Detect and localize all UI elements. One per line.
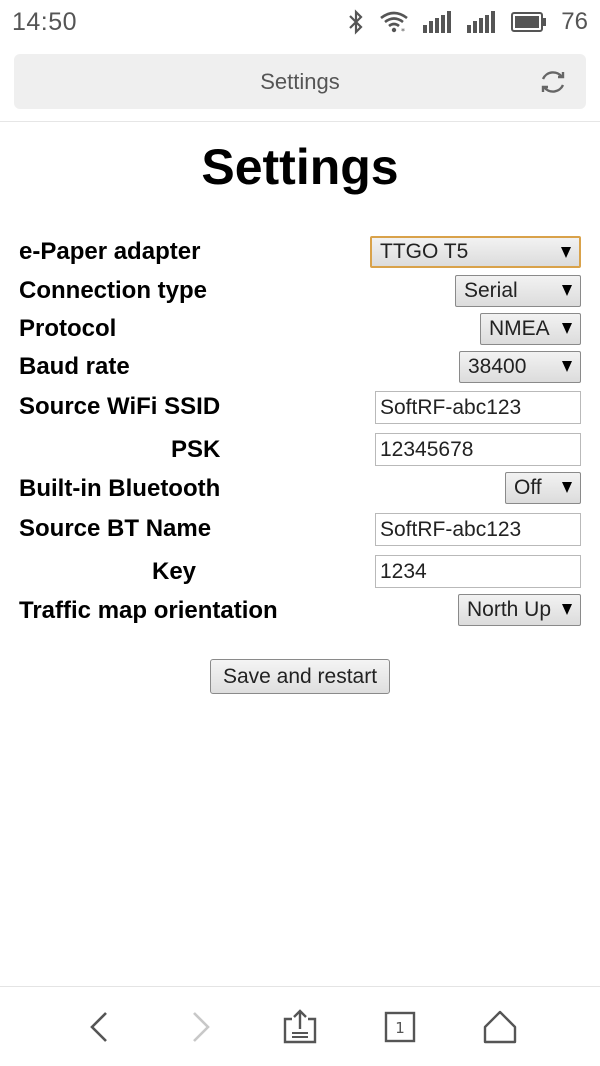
epaper-adapter-select[interactable]: TTGO T5: [370, 236, 581, 268]
baud-rate-value: 38400: [468, 355, 527, 378]
status-icons: * 76: [347, 8, 588, 36]
tab-count: 1: [395, 1019, 405, 1037]
setting-connection-type: Connection type Serial: [0, 275, 600, 311]
orientation-label: Traffic map orientation: [19, 597, 278, 624]
epaper-adapter-label: e-Paper adapter: [19, 238, 201, 265]
dropdown-arrow-icon: [562, 285, 572, 296]
setting-key: Key 1234: [0, 555, 600, 591]
dropdown-arrow-icon: [562, 482, 572, 493]
setting-wifi-ssid: Source WiFi SSID SoftRF-abc123: [0, 391, 600, 427]
key-label: Key: [152, 558, 197, 585]
bluetooth-select[interactable]: Off: [505, 472, 581, 504]
home-icon[interactable]: [480, 1007, 520, 1047]
dropdown-arrow-icon: [562, 361, 572, 372]
setting-epaper-adapter: e-Paper adapter TTGO T5: [0, 236, 600, 272]
connection-type-select[interactable]: Serial: [455, 275, 581, 307]
browser-nav-bar: 1: [0, 987, 600, 1066]
reload-icon[interactable]: [538, 67, 568, 97]
psk-label: PSK: [171, 436, 221, 463]
wifi-ssid-field[interactable]: SoftRF-abc123: [375, 391, 581, 424]
browser-title: Settings: [260, 68, 340, 94]
key-field[interactable]: 1234: [375, 555, 581, 588]
back-icon[interactable]: [80, 1007, 120, 1047]
battery-icon: [511, 12, 547, 32]
dropdown-arrow-icon: [562, 604, 572, 615]
browser-address-bar[interactable]: Settings: [14, 54, 586, 109]
signal-icon: [423, 11, 453, 33]
svg-text:*: *: [401, 27, 405, 34]
epaper-adapter-value: TTGO T5: [380, 240, 469, 263]
tabs-icon[interactable]: 1: [380, 1007, 420, 1047]
psk-field[interactable]: 12345678: [375, 433, 581, 466]
signal-icon: [467, 11, 497, 33]
setting-psk: PSK 12345678: [0, 433, 600, 469]
setting-orientation: Traffic map orientation North Up: [0, 594, 600, 630]
bt-name-label: Source BT Name: [19, 515, 212, 542]
forward-icon[interactable]: [180, 1007, 220, 1047]
orientation-value: North Up: [467, 598, 552, 621]
orientation-select[interactable]: North Up: [458, 594, 581, 626]
baud-rate-select[interactable]: 38400: [459, 351, 581, 383]
protocol-label: Protocol: [19, 315, 117, 342]
wifi-icon: *: [379, 10, 409, 34]
status-time: 14:50: [12, 7, 78, 36]
connection-type-label: Connection type: [19, 277, 208, 304]
page-title: Settings: [201, 139, 399, 195]
status-bar: 14:50 * 76: [0, 0, 600, 44]
setting-bluetooth: Built-in Bluetooth Off: [0, 472, 600, 508]
bt-name-field[interactable]: SoftRF-abc123: [375, 513, 581, 546]
baud-rate-label: Baud rate: [19, 353, 130, 380]
bluetooth-value: Off: [514, 476, 542, 499]
dropdown-arrow-icon: [561, 247, 571, 258]
wifi-ssid-label: Source WiFi SSID: [19, 393, 221, 420]
save-and-restart-button[interactable]: Save and restart: [210, 659, 390, 694]
connection-type-value: Serial: [464, 279, 518, 302]
setting-protocol: Protocol NMEA: [0, 313, 600, 349]
battery-level: 76: [561, 8, 588, 35]
setting-baud-rate: Baud rate 38400: [0, 351, 600, 387]
bluetooth-label: Built-in Bluetooth: [19, 475, 221, 502]
protocol-value: NMEA: [489, 317, 550, 340]
share-icon[interactable]: [280, 1007, 320, 1047]
setting-bt-name: Source BT Name SoftRF-abc123: [0, 513, 600, 549]
bluetooth-icon: [347, 9, 365, 35]
dropdown-arrow-icon: [562, 323, 572, 334]
protocol-select[interactable]: NMEA: [480, 313, 581, 345]
divider: [0, 121, 600, 122]
